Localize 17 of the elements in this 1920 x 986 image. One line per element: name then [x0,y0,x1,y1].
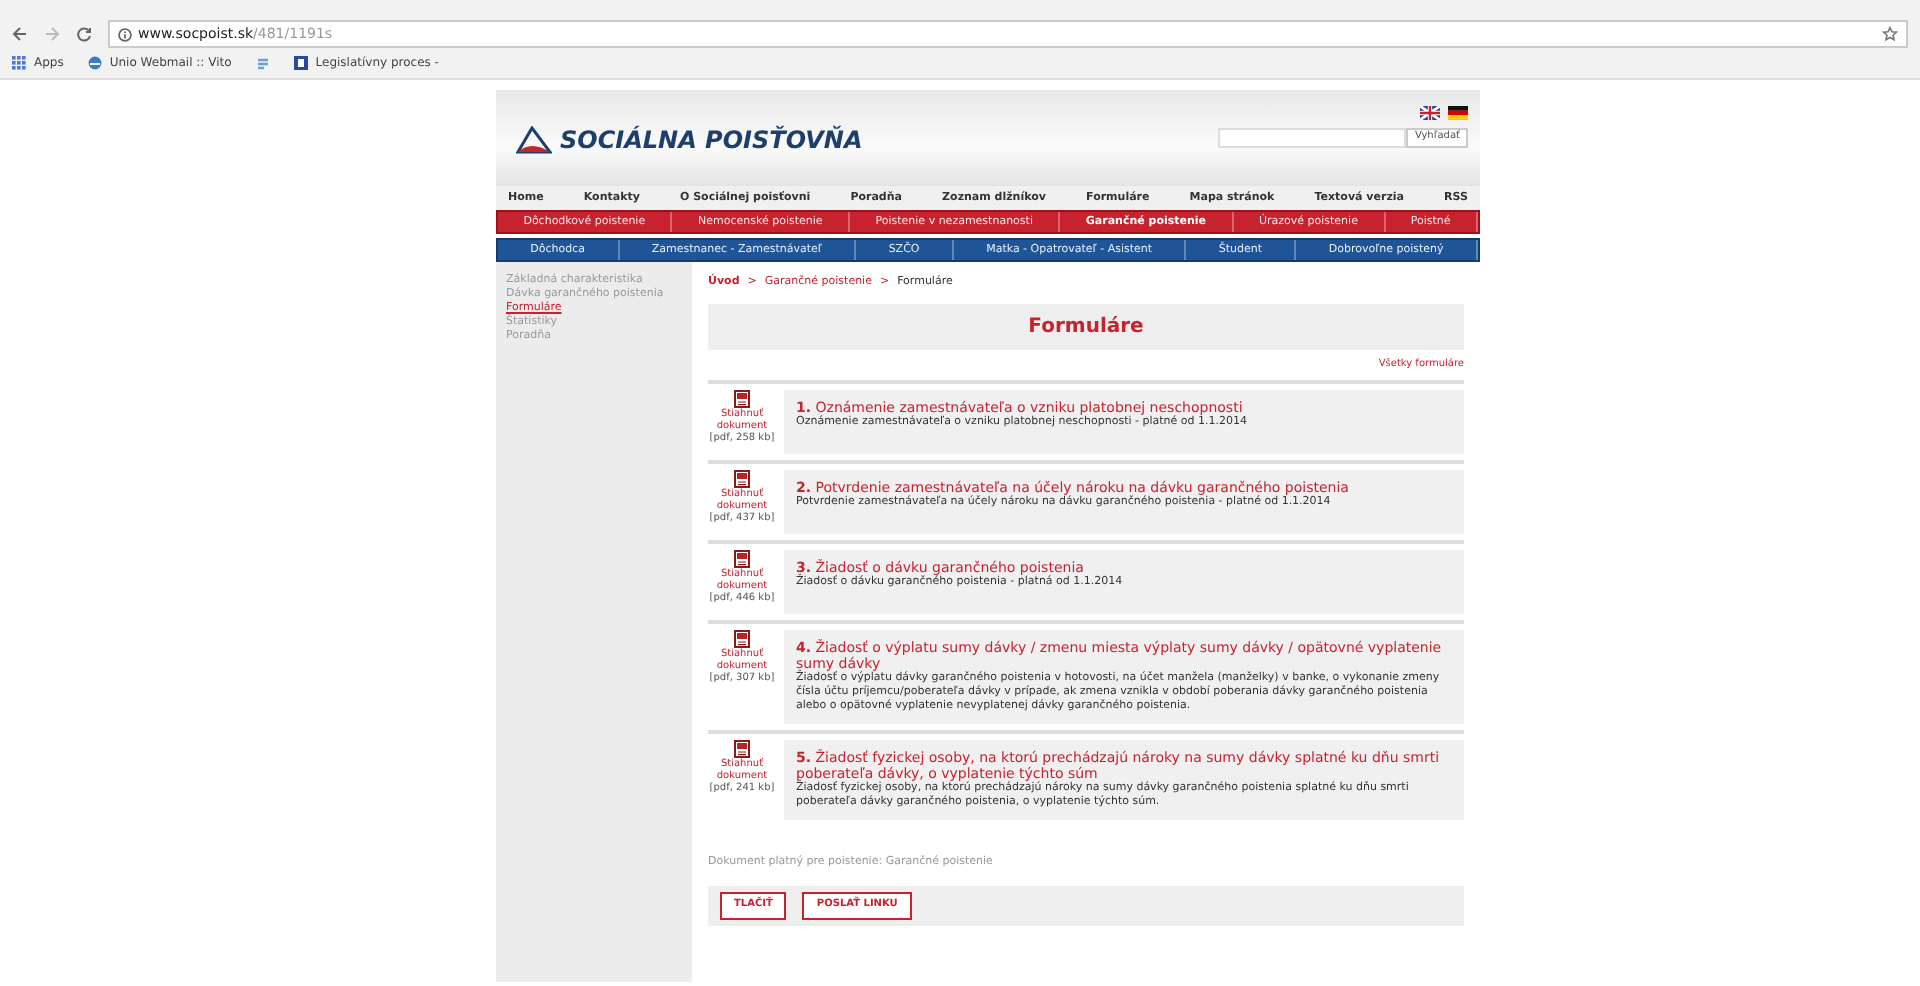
back-icon[interactable] [12,26,28,42]
flag-icon[interactable] [1420,106,1440,120]
pdf-icon[interactable] [734,630,750,648]
pdf-icon[interactable] [734,390,750,408]
star-icon[interactable] [1882,26,1898,42]
apps-grid-icon [12,55,26,69]
page-title: Formuláre [708,303,1464,349]
pdf-icon[interactable] [734,470,750,488]
page-icon [293,55,308,69]
search-field[interactable] [1218,128,1407,148]
logo-icon [516,126,552,154]
logo-text: SOCIÁLNA POISŤOVŇA [560,123,863,158]
pdf-icon[interactable] [734,740,750,758]
info-icon [118,28,132,42]
reload-icon[interactable] [76,26,92,42]
flag-icon[interactable] [1448,106,1468,120]
pdf-icon[interactable] [734,550,750,568]
